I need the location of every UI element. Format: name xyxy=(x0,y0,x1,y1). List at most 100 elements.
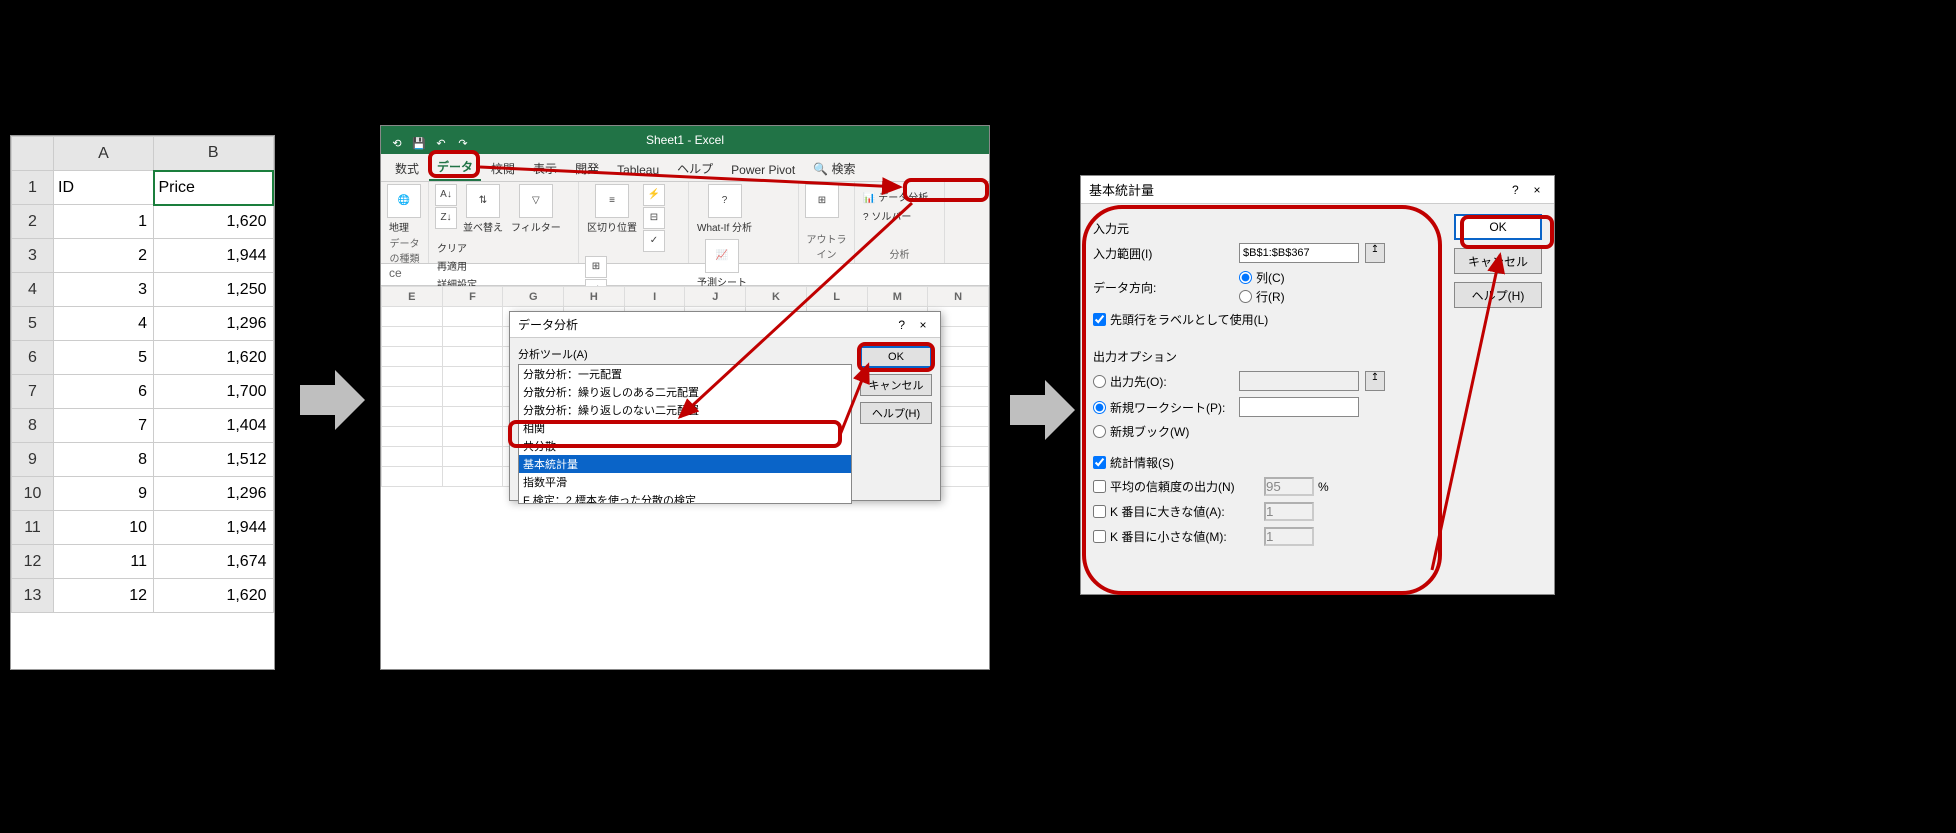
col-header[interactable]: G xyxy=(503,287,564,307)
row-header[interactable]: 6 xyxy=(12,341,54,375)
consolidate-icon[interactable]: ⊞ xyxy=(585,256,607,278)
new-workbook-radio[interactable] xyxy=(1093,425,1106,438)
close-icon[interactable]: × xyxy=(1528,183,1546,197)
row-header[interactable]: 11 xyxy=(12,511,54,545)
remove-duplicates-icon[interactable]: ⊟ xyxy=(643,207,665,229)
cell-a1[interactable]: ID xyxy=(54,171,154,205)
confidence-checkbox[interactable] xyxy=(1093,480,1106,493)
kth-smallest-field[interactable] xyxy=(1264,527,1314,546)
summary-stats-checkbox[interactable] xyxy=(1093,456,1106,469)
col-header[interactable]: N xyxy=(928,287,989,307)
input-range-field[interactable] xyxy=(1239,243,1359,263)
cell[interactable]: 1,620 xyxy=(154,579,274,613)
tab-tableau[interactable]: Tableau xyxy=(609,159,667,181)
col-header[interactable]: L xyxy=(806,287,867,307)
data-validation-icon[interactable]: ✓ xyxy=(643,230,665,252)
kth-largest-field[interactable] xyxy=(1264,502,1314,521)
reapply-button[interactable]: 再適用 xyxy=(435,257,479,274)
sort-icon[interactable]: ⇅ xyxy=(466,184,500,218)
ok-button[interactable]: OK xyxy=(860,346,932,368)
col-header[interactable]: F xyxy=(442,287,503,307)
sort-az-icon[interactable]: A↓ xyxy=(435,184,457,206)
help-icon[interactable]: ? xyxy=(1506,183,1524,197)
cell[interactable]: 1,296 xyxy=(154,307,274,341)
list-item[interactable]: 分散分析：一元配置 xyxy=(519,365,851,383)
col-header[interactable]: H xyxy=(564,287,625,307)
help-button[interactable]: ヘルプ(H) xyxy=(1454,282,1542,308)
tab-powerpivot[interactable]: Power Pivot xyxy=(723,159,803,181)
cell[interactable]: 1,700 xyxy=(154,375,274,409)
cell[interactable]: 1,620 xyxy=(154,341,274,375)
col-header[interactable]: I xyxy=(624,287,685,307)
geography-icon[interactable]: 🌐 xyxy=(387,184,421,218)
row-header[interactable]: 7 xyxy=(12,375,54,409)
row-header[interactable]: 8 xyxy=(12,409,54,443)
solver-button[interactable]: ? ソルバー xyxy=(861,207,938,224)
row-header[interactable]: 2 xyxy=(12,205,54,239)
new-worksheet-radio[interactable] xyxy=(1093,401,1106,414)
autosave-icon[interactable]: ⟲ xyxy=(389,130,405,146)
direction-row-radio[interactable] xyxy=(1239,290,1252,303)
filter-button[interactable]: フィルター xyxy=(509,218,563,235)
cancel-button[interactable]: キャンセル xyxy=(860,374,932,396)
cell[interactable]: 12 xyxy=(54,579,154,613)
cell[interactable]: 11 xyxy=(54,545,154,579)
text-to-columns-button[interactable]: 区切り位置 xyxy=(585,218,639,235)
list-item[interactable]: 分散分析：繰り返しのない二元配置 xyxy=(519,401,851,419)
tab-formula[interactable]: 数式 xyxy=(387,156,427,181)
forecast-sheet-icon[interactable]: 📈 xyxy=(705,239,739,273)
tab-dev[interactable]: 開発 xyxy=(567,156,607,181)
direction-col-radio[interactable] xyxy=(1239,271,1252,284)
cell[interactable]: 1,512 xyxy=(154,443,274,477)
data-analysis-button[interactable]: 📊 データ分析 xyxy=(861,188,938,205)
cell[interactable]: 1,404 xyxy=(154,409,274,443)
col-header[interactable]: E xyxy=(382,287,443,307)
row-header[interactable]: 12 xyxy=(12,545,54,579)
output-range-radio[interactable] xyxy=(1093,375,1106,388)
row-header[interactable]: 4 xyxy=(12,273,54,307)
row-header[interactable]: 10 xyxy=(12,477,54,511)
outline-icon[interactable]: ⊞ xyxy=(805,184,839,218)
cell[interactable]: 6 xyxy=(54,375,154,409)
cell[interactable]: 10 xyxy=(54,511,154,545)
range-picker-icon[interactable]: ↥ xyxy=(1365,371,1385,391)
tab-data[interactable]: データ xyxy=(429,154,481,181)
cell[interactable]: 4 xyxy=(54,307,154,341)
list-item[interactable]: F 検定：2 標本を使った分散の検定 xyxy=(519,491,851,504)
list-item[interactable]: 相関 xyxy=(519,419,851,437)
select-all-cell[interactable] xyxy=(12,137,54,171)
clear-button[interactable]: クリア xyxy=(435,239,479,256)
analysis-tools-listbox[interactable]: 分散分析：一元配置 分散分析：繰り返しのある二元配置 分散分析：繰り返しのない二… xyxy=(518,364,852,504)
col-header[interactable]: M xyxy=(867,287,928,307)
tab-review[interactable]: 校閲 xyxy=(483,156,523,181)
cell[interactable]: 1 xyxy=(54,205,154,239)
confidence-field[interactable] xyxy=(1264,477,1314,496)
tab-help[interactable]: ヘルプ xyxy=(669,156,721,181)
cell[interactable]: 1,296 xyxy=(154,477,274,511)
output-range-field[interactable] xyxy=(1239,371,1359,391)
col-header[interactable]: K xyxy=(746,287,807,307)
cell[interactable]: 1,674 xyxy=(154,545,274,579)
sort-za-icon[interactable]: Z↓ xyxy=(435,207,457,229)
range-picker-icon[interactable]: ↥ xyxy=(1365,243,1385,263)
close-icon[interactable]: × xyxy=(914,318,932,332)
sort-button[interactable]: 並べ替え xyxy=(461,218,505,235)
tab-view[interactable]: 表示 xyxy=(525,156,565,181)
kth-largest-checkbox[interactable] xyxy=(1093,505,1106,518)
cell[interactable]: 2 xyxy=(54,239,154,273)
cell[interactable]: 3 xyxy=(54,273,154,307)
cell[interactable]: 1,620 xyxy=(154,205,274,239)
col-header-a[interactable]: A xyxy=(54,137,154,171)
col-header[interactable]: J xyxy=(685,287,746,307)
list-item[interactable]: 分散分析：繰り返しのある二元配置 xyxy=(519,383,851,401)
redo-icon[interactable]: ↷ xyxy=(455,130,471,146)
filter-icon[interactable]: ▽ xyxy=(519,184,553,218)
help-icon[interactable]: ? xyxy=(893,318,911,332)
row-header[interactable]: 13 xyxy=(12,579,54,613)
flash-fill-icon[interactable]: ⚡ xyxy=(643,184,665,206)
help-button[interactable]: ヘルプ(H) xyxy=(860,402,932,424)
row-header[interactable]: 5 xyxy=(12,307,54,341)
cell-b1-selected[interactable]: Price xyxy=(154,171,274,205)
cell[interactable]: 1,944 xyxy=(154,511,274,545)
col-header-b[interactable]: B xyxy=(154,137,274,171)
